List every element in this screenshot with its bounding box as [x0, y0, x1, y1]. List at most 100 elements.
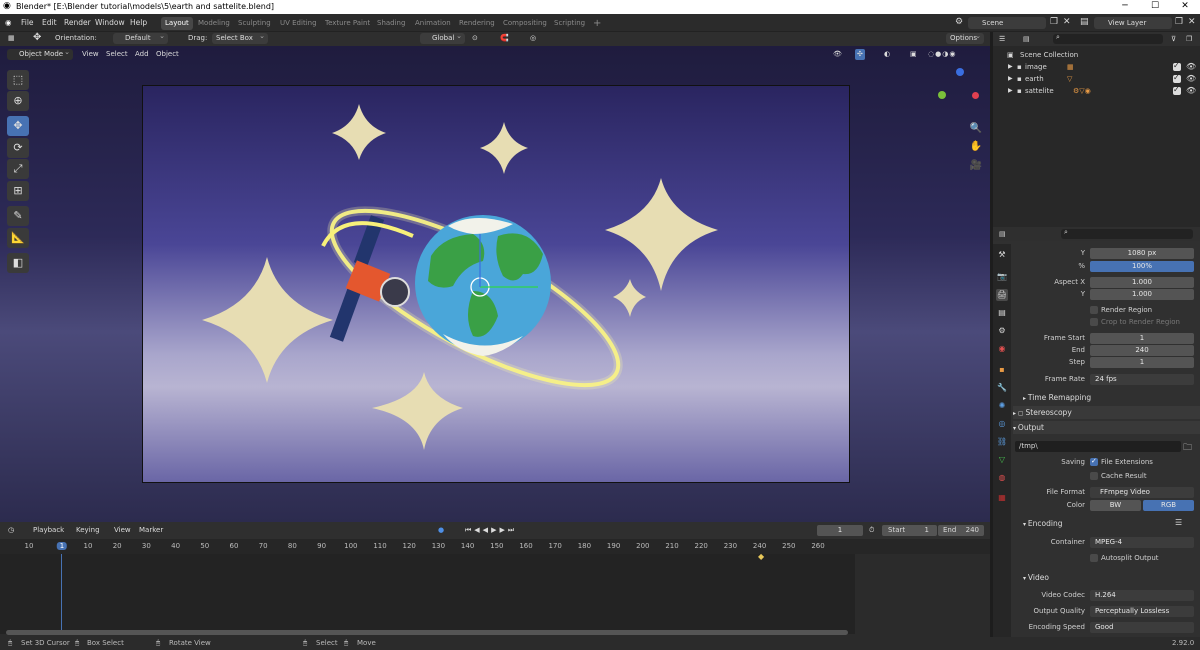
stereoscopy-panel[interactable]: ▸ ▢ Stereoscopy	[1013, 406, 1200, 419]
color-rgb-button[interactable]: RGB	[1143, 500, 1194, 511]
camera-view-icon[interactable]: 🎥	[969, 159, 983, 173]
timeline-editor-icon[interactable]: ◷	[8, 525, 14, 536]
add-cube-tool-icon[interactable]: ◧	[7, 253, 29, 273]
select-tool-icon[interactable]: ⬚	[7, 70, 29, 90]
cursor-tool-icon[interactable]: ⊕	[7, 91, 29, 111]
visibility-icon[interactable]: 👁	[833, 49, 842, 60]
shading-modes-icon[interactable]: ◌●◑◉	[928, 49, 956, 60]
options-dropdown[interactable]: Options	[946, 31, 984, 44]
new-scene-icon[interactable]: ❐	[1050, 17, 1058, 27]
presets-list-icon[interactable]: ☰	[1175, 518, 1182, 527]
mode-dropdown[interactable]: Object Mode	[7, 47, 73, 60]
display-mode-icon[interactable]: ▤	[1023, 34, 1030, 45]
exclude-checkbox[interactable]	[1173, 72, 1181, 84]
autosplit-checkbox[interactable]: Autosplit Output	[1090, 554, 1159, 563]
navigation-gizmo[interactable]	[936, 68, 984, 128]
transform-orientation-dropdown[interactable]: Global	[420, 31, 465, 44]
outliner-scene-collection[interactable]: ▣ Scene Collection	[993, 49, 1200, 61]
drag-dropdown[interactable]: Select Box	[212, 31, 268, 44]
menu-add[interactable]: Add	[135, 49, 149, 60]
new-view-layer-icon[interactable]: ❐	[1175, 17, 1183, 27]
rotate-tool-icon[interactable]: ⟳	[7, 138, 29, 158]
texture-tab-icon[interactable]: ▦	[996, 492, 1008, 504]
maximize-button[interactable]: ☐	[1140, 0, 1170, 14]
outliner-item[interactable]: ▶ ▪ sattelite ⚙▽◉ 👁	[993, 84, 1200, 97]
world-tab-icon[interactable]: ◉	[996, 343, 1008, 355]
gizmo-z-axis-icon[interactable]	[956, 68, 964, 76]
frame-end-field[interactable]: 240	[1090, 345, 1194, 356]
modifier-tab-icon[interactable]: 🔧	[996, 382, 1008, 394]
tab-uv-editing[interactable]: UV Editing	[276, 17, 321, 30]
resolution-y-field[interactable]: 1080 px	[1090, 248, 1194, 259]
expand-arrow-icon[interactable]: ▶	[1008, 85, 1013, 97]
new-collection-icon[interactable]: ❐	[1186, 34, 1192, 45]
tab-animation[interactable]: Animation	[411, 17, 455, 30]
keyframe-icon[interactable]: ◆	[758, 552, 764, 561]
timeline-scrollbar[interactable]	[6, 630, 848, 635]
resolution-percent-field[interactable]: 100%	[1090, 261, 1194, 272]
properties-search-input[interactable]: ⌕	[1061, 228, 1193, 239]
overlays-icon[interactable]: ◐	[884, 49, 890, 60]
timeline-ruler[interactable]: 10 1 10 20 30 40 50 60 70 80 90 100 110 120 130 140 150 1…	[0, 539, 990, 554]
tool-tab-icon[interactable]: ⚒	[996, 249, 1008, 261]
pan-hand-icon[interactable]: ✋	[969, 140, 983, 154]
snap-icon[interactable]: 🧲	[500, 33, 509, 44]
measure-tool-icon[interactable]: 📐	[7, 228, 29, 248]
playback-menu[interactable]: Playback	[33, 525, 64, 536]
video-panel[interactable]: ▾ Video	[1023, 571, 1200, 584]
folder-icon[interactable]: 🗀	[1183, 440, 1192, 456]
tab-sculpting[interactable]: Sculpting	[234, 17, 275, 30]
tab-modeling[interactable]: Modeling	[194, 17, 234, 30]
move-tool-button[interactable]: ✥	[7, 116, 29, 136]
clock-icon[interactable]: ⏱	[869, 525, 874, 536]
menu-view[interactable]: View	[82, 49, 99, 60]
timeline-track-area[interactable]: ◆	[0, 552, 855, 634]
delete-view-layer-icon[interactable]: ✕	[1188, 17, 1196, 27]
physics-tab-icon[interactable]: ◎	[996, 418, 1008, 430]
gizmo-y-axis-icon[interactable]	[938, 91, 946, 99]
xray-icon[interactable]: ▣	[910, 49, 917, 60]
frame-rate-dropdown[interactable]: 24 fps	[1090, 374, 1194, 385]
camera-view-frame[interactable]	[142, 85, 850, 483]
scene-tab-icon[interactable]: ⚙	[996, 325, 1008, 337]
tab-rendering[interactable]: Rendering	[455, 17, 499, 30]
particles-tab-icon[interactable]: ✺	[996, 400, 1008, 412]
3d-viewport[interactable]: Object Mode View Select Add Object 👁 ✣ ◐…	[0, 46, 990, 522]
marker-menu[interactable]: Marker	[139, 525, 163, 536]
color-bw-button[interactable]: BW	[1090, 500, 1141, 511]
delete-scene-icon[interactable]: ✕	[1063, 17, 1071, 27]
properties-editor-icon[interactable]: ▤	[999, 229, 1006, 240]
scene-field[interactable]: Scene	[968, 17, 1046, 29]
object-tab-icon[interactable]: ▪	[996, 364, 1008, 376]
orientation-dropdown[interactable]: Default	[113, 31, 168, 44]
file-extensions-checkbox[interactable]: File Extensions	[1090, 457, 1153, 467]
current-frame-field[interactable]: 1	[817, 525, 863, 536]
menu-render[interactable]: Render	[64, 18, 91, 27]
render-tab-icon[interactable]: 📷	[996, 271, 1008, 283]
tab-layout[interactable]: Layout	[161, 17, 193, 30]
frame-step-field[interactable]: 1	[1090, 357, 1194, 368]
blender-menu-icon[interactable]: ◉	[5, 18, 12, 27]
tab-shading[interactable]: Shading	[373, 17, 409, 30]
start-field[interactable]: Start 1	[882, 525, 937, 536]
menu-object[interactable]: Object	[156, 49, 179, 60]
outliner-item[interactable]: ▶ ▪ earth ▽ 👁	[993, 72, 1200, 85]
menu-select[interactable]: Select	[106, 49, 128, 60]
view-menu[interactable]: View	[114, 525, 131, 536]
tab-scripting[interactable]: Scripting	[550, 17, 589, 30]
menu-help[interactable]: Help	[130, 18, 147, 27]
material-tab-icon[interactable]: ◍	[996, 472, 1008, 484]
output-tab-icon[interactable]: 🖨	[996, 289, 1008, 301]
view-layer-tab-icon[interactable]: ▤	[996, 307, 1008, 319]
gizmo-icon[interactable]: ✣	[855, 49, 865, 60]
outliner-item[interactable]: ▶ ▪ image ▦ 👁	[993, 60, 1200, 73]
file-format-dropdown[interactable]: FFmpeg Video	[1090, 487, 1194, 498]
transform-tool-icon[interactable]: ⊞	[7, 181, 29, 201]
gizmo-x-axis-icon[interactable]	[972, 92, 979, 99]
menu-window[interactable]: Window	[95, 18, 125, 27]
annotate-tool-icon[interactable]: ✎	[7, 206, 29, 226]
add-workspace-button[interactable]: +	[589, 17, 605, 30]
tab-texture-paint[interactable]: Texture Paint	[321, 17, 374, 30]
expand-arrow-icon[interactable]: ▶	[1008, 73, 1013, 85]
expand-arrow-icon[interactable]: ▶	[1008, 61, 1013, 73]
